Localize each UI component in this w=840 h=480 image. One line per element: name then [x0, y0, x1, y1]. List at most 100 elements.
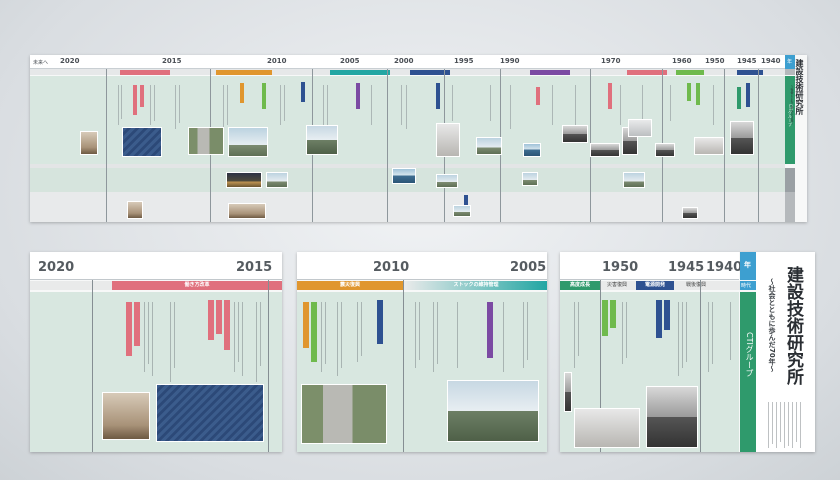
event-text [578, 302, 579, 356]
side-era-row2 [785, 168, 795, 192]
photo-solar-farm [156, 384, 264, 442]
photo-people [127, 201, 143, 219]
intro-text [768, 402, 769, 448]
photo-landscape [228, 127, 268, 157]
event-text [490, 85, 491, 121]
event-text [174, 302, 175, 368]
side-year-label-box: 年 [785, 55, 795, 69]
year-2020: 2020 [60, 57, 80, 65]
event-text [170, 302, 171, 382]
event-text [260, 302, 261, 366]
event-tag [240, 83, 244, 103]
year-divider-line [403, 280, 404, 452]
event-tag-green [602, 300, 608, 336]
year-divider-line [387, 69, 388, 222]
photo-bridge [306, 125, 338, 155]
year-2000: 2000 [394, 57, 414, 65]
intro-text [784, 402, 785, 448]
detail-panel-1950: 1950 1945 1940 高度成長 災害復興 電源開発 戦後復興 年 時代 … [560, 252, 815, 452]
event-text [150, 85, 151, 125]
year-2015: 2015 [162, 57, 182, 65]
event-text [552, 85, 553, 125]
photo-office-old [694, 137, 724, 155]
event-text [575, 85, 576, 125]
side-group-box: CTIグループ [740, 292, 756, 452]
side-era-label: 時代 [741, 283, 752, 289]
event-text [361, 302, 362, 356]
event-text [154, 85, 155, 121]
event-tag-navy [656, 300, 662, 338]
event-text [323, 85, 324, 129]
panel-year-header: 1950 1945 1940 [560, 252, 743, 280]
era-label-power: 電源開発 [636, 281, 674, 290]
event-text [325, 302, 326, 364]
photo-site [266, 172, 288, 188]
photo-office-visitors [102, 392, 150, 440]
event-text [730, 302, 731, 360]
era-marker-recovery [216, 70, 272, 75]
photo-dam [301, 384, 387, 444]
event-text [523, 302, 524, 368]
event-tag [608, 83, 612, 109]
intro-text [772, 402, 773, 444]
event-text [626, 302, 627, 358]
event-text [419, 302, 420, 360]
photo-river [436, 174, 458, 188]
photo-coast [523, 143, 541, 157]
year-divider-line [268, 280, 269, 452]
era-label-workstyle: 働き方改革 [112, 281, 282, 290]
event-tag-navy [664, 300, 670, 330]
event-tag-green [311, 302, 317, 362]
event-text [341, 302, 342, 368]
event-text [321, 302, 322, 372]
event-text [401, 85, 402, 125]
photo-solar-farm [122, 127, 162, 157]
event-text [144, 302, 145, 372]
future-label: 未来へ [33, 60, 49, 66]
photo-old-office [574, 408, 640, 448]
event-text [152, 302, 153, 376]
era-label-disaster: 災害復興 [600, 281, 634, 290]
detail-panel-2010: 2010 2005 震災復興 ストックの維持管理 [297, 252, 547, 452]
era-marker-1945 [737, 70, 763, 75]
era-marker-workstyle [120, 70, 170, 75]
photo-old-building [646, 386, 698, 448]
photo-site [623, 172, 645, 188]
era-label-postwar: 戦後復興 [676, 281, 716, 290]
year-1950: 1950 [705, 57, 725, 65]
photo-site [522, 172, 538, 186]
event-text [148, 302, 149, 364]
photo-office [80, 131, 98, 155]
event-tag-orange [303, 302, 309, 348]
event-text [118, 85, 119, 125]
event-tag-pink [216, 300, 222, 334]
event-text [437, 302, 438, 364]
event-text [510, 85, 511, 129]
intro-text [792, 402, 793, 448]
event-text [284, 85, 285, 121]
event-text [452, 85, 453, 121]
panel-year-1940: 1940 [706, 260, 743, 275]
panel-year-1950: 1950 [602, 260, 639, 275]
era-label-recovery: 震災復興 [297, 281, 403, 290]
panel-year-1945: 1945 [668, 260, 705, 275]
photo-building [436, 123, 460, 157]
event-text [503, 302, 504, 372]
timeline-row-bottom [30, 192, 785, 222]
event-text [327, 85, 328, 125]
event-tag-navy [377, 300, 383, 344]
event-text [121, 85, 122, 119]
year-divider-line [92, 280, 93, 452]
intro-text [776, 402, 777, 448]
event-tag [140, 85, 144, 107]
event-text [682, 302, 683, 368]
event-text [238, 302, 239, 362]
event-text [357, 302, 358, 362]
timeline-title: 建設技術研究所 [795, 59, 804, 115]
event-tag-pink [208, 300, 214, 340]
event-text [527, 302, 528, 360]
event-text [371, 85, 372, 125]
intro-text [796, 402, 797, 442]
panel-year-header: 2020 2015 [30, 252, 282, 280]
side-era-row3 [785, 192, 795, 222]
